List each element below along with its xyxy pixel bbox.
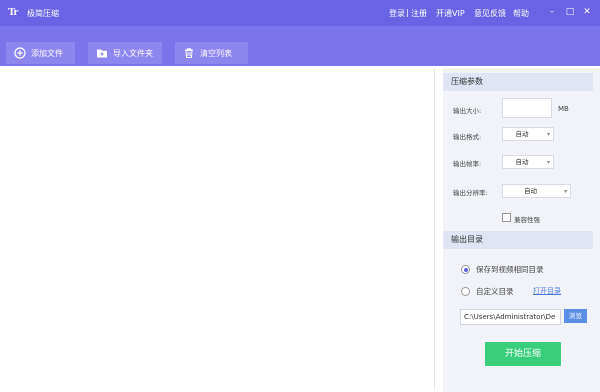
feedback-link[interactable]: 意见反馈 [474, 8, 506, 19]
output-dir-header: 输出目录 [443, 231, 593, 249]
link-separator: | [406, 8, 409, 17]
start-compress-button[interactable]: 开始压缩 [485, 342, 561, 366]
app-logo-icon: Tr [8, 6, 18, 18]
output-format-label: 输出格式: [453, 133, 482, 141]
clear-list-button[interactable]: 清空列表 [175, 42, 248, 64]
output-resolution-value: 自动 [524, 187, 537, 195]
save-same-dir-label: 保存到视频相同目录 [476, 265, 544, 274]
help-link[interactable]: 帮助 [513, 8, 529, 19]
compat-label: 兼容性强 [514, 216, 540, 224]
register-link[interactable]: 注册 [411, 8, 427, 19]
output-format-value: 自动 [515, 130, 529, 138]
output-resolution-select[interactable]: 自动 ▾ [502, 184, 571, 198]
close-button[interactable]: ✕ [580, 5, 594, 19]
file-list-area[interactable] [2, 68, 435, 390]
save-same-dir-radio[interactable] [461, 265, 470, 274]
custom-dir-label: 自定义目录 [476, 287, 514, 296]
output-framerate-label: 输出帧率: [453, 160, 482, 168]
custom-dir-radio[interactable] [461, 287, 470, 296]
import-folder-button[interactable]: 导入文件夹 [88, 42, 162, 64]
minimize-button[interactable]: – [545, 5, 559, 19]
output-size-label: 输出大小: [453, 107, 482, 115]
compress-params-header: 压缩参数 [443, 73, 593, 91]
folder-plus-icon [96, 47, 108, 59]
output-size-input[interactable] [502, 98, 552, 118]
settings-panel: 压缩参数 输出大小: MB 输出格式: 自动 ▾ 输出帧率: 自动 ▾ 输出分辨… [443, 68, 600, 392]
add-file-button[interactable]: 添加文件 [6, 42, 75, 64]
size-unit-label: MB [558, 105, 569, 113]
plus-circle-icon [14, 47, 26, 59]
browse-button[interactable]: 浏览 [564, 309, 587, 323]
output-format-select[interactable]: 自动 ▾ [502, 127, 554, 141]
chevron-down-icon: ▾ [546, 159, 550, 166]
add-file-label: 添加文件 [31, 48, 63, 58]
open-dir-link[interactable]: 打开目录 [533, 286, 561, 296]
output-framerate-value: 自动 [515, 158, 529, 166]
vip-link[interactable]: 开通VIP [436, 8, 465, 19]
login-link[interactable]: 登录 [389, 8, 405, 19]
trash-icon [183, 47, 195, 59]
import-folder-label: 导入文件夹 [113, 48, 153, 58]
clear-list-label: 清空列表 [200, 48, 232, 58]
compat-checkbox[interactable] [502, 213, 511, 222]
maximize-button[interactable]: □ [563, 5, 577, 19]
chevron-down-icon: ▾ [563, 188, 567, 195]
title-bar: Tr 极简压缩 登录 | 注册 开通VIP 意见反馈 帮助 – □ ✕ [0, 0, 600, 26]
output-path-input[interactable]: C:\Users\Administrator\De [460, 309, 561, 325]
app-title: 极简压缩 [27, 9, 59, 18]
chevron-down-icon: ▾ [546, 131, 550, 138]
output-framerate-select[interactable]: 自动 ▾ [502, 155, 554, 169]
toolbar: 添加文件 导入文件夹 清空列表 [0, 26, 600, 66]
output-resolution-label: 输出分辨率: [453, 189, 488, 197]
